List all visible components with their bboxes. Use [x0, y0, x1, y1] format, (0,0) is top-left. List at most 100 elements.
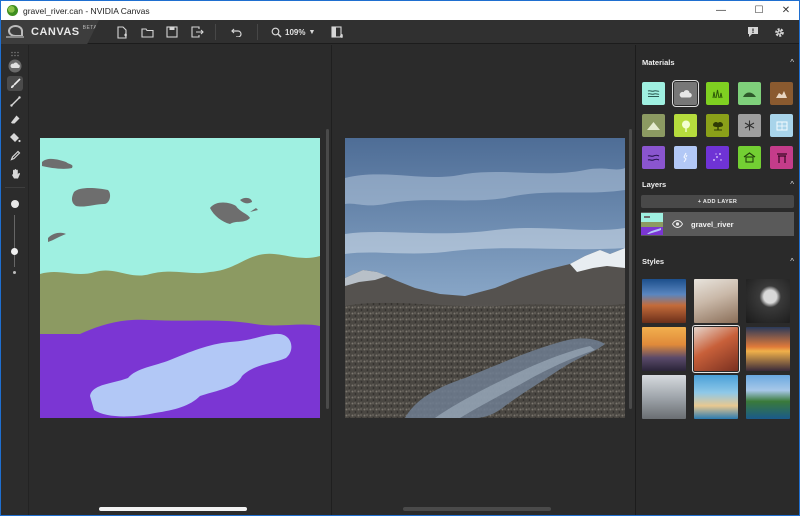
material-tool[interactable]: [7, 58, 23, 73]
river-icon: [682, 152, 687, 163]
zoom-control[interactable]: 109% ▼: [271, 24, 315, 40]
cloud-icon: [8, 59, 22, 72]
export-button[interactable]: [189, 24, 205, 40]
toolbar: CANVAS BETA 109% ▼: [1, 20, 799, 44]
material-ice[interactable]: [770, 114, 793, 137]
undo-button[interactable]: [229, 24, 245, 40]
material-gravel[interactable]: [706, 146, 729, 169]
output-horizontal-scrollbar[interactable]: [403, 507, 551, 511]
save-icon: [166, 26, 178, 38]
material-hill[interactable]: [738, 82, 761, 105]
style-thumbnail[interactable]: [694, 279, 738, 323]
brand: CANVAS BETA: [1, 20, 99, 44]
minimize-button[interactable]: —: [708, 1, 734, 20]
output-vertical-scrollbar[interactable]: [629, 129, 632, 409]
chevron-up-icon: ^: [790, 256, 794, 266]
material-building[interactable]: [738, 146, 761, 169]
style-thumbnail[interactable]: [694, 375, 738, 419]
gravel-icon: [712, 153, 722, 161]
toolbar-separator: [215, 24, 216, 40]
styles-header[interactable]: Styles ^: [636, 254, 799, 268]
chevron-down-icon: ▼: [308, 28, 316, 36]
zoom-icon: [271, 27, 282, 37]
side-panel: Materials ^ Layers ^ + ADD LAYER gravel_…: [635, 45, 799, 515]
brush-size-slider-track[interactable]: [14, 215, 15, 267]
material-sky[interactable]: [642, 82, 665, 105]
window-title: gravel_river.can - NVIDIA Canvas: [23, 5, 150, 16]
pan-tool[interactable]: [7, 166, 23, 181]
tree-icon: [681, 120, 690, 132]
settings-button[interactable]: [771, 24, 787, 40]
material-mountain[interactable]: [642, 114, 665, 137]
material-cloud[interactable]: [672, 80, 699, 107]
material-grass[interactable]: [706, 82, 729, 105]
style-thumbnail[interactable]: [642, 375, 686, 419]
hand-icon: [11, 168, 20, 178]
style-thumbnail[interactable]: [746, 327, 790, 371]
tool-separator: [5, 187, 25, 188]
brush-size-slider-handle[interactable]: [11, 248, 18, 255]
material-rock[interactable]: [770, 82, 793, 105]
style-thumbnail[interactable]: [642, 327, 686, 371]
new-file-icon: [117, 25, 127, 39]
paint-horizontal-scrollbar[interactable]: [99, 507, 247, 511]
eye-icon[interactable]: [672, 220, 683, 228]
chevron-up-icon: ^: [790, 179, 794, 189]
grass-icon: [712, 89, 722, 98]
eraser-icon: [10, 115, 19, 124]
mountain-icon: [647, 122, 660, 130]
fill-tool[interactable]: [7, 130, 23, 145]
eyedropper-tool[interactable]: [7, 148, 23, 163]
add-layer-button[interactable]: + ADD LAYER: [641, 195, 794, 208]
hill-icon: [743, 92, 756, 97]
brush-tool[interactable]: [7, 76, 23, 91]
style-thumbnail[interactable]: [746, 279, 790, 323]
eraser-tool[interactable]: [7, 112, 23, 127]
paint-vertical-scrollbar[interactable]: [326, 129, 329, 409]
ice-icon: [776, 121, 787, 130]
style-thumbnail[interactable]: [642, 279, 686, 323]
shrine-icon: [776, 153, 787, 163]
app-window: gravel_river.can - NVIDIA Canvas — ☐ ✕ C…: [0, 0, 800, 516]
paint-canvas[interactable]: [40, 138, 320, 418]
new-file-button[interactable]: [114, 24, 130, 40]
materials-label: Materials: [642, 57, 675, 67]
material-shrine[interactable]: [770, 146, 793, 169]
layers-header[interactable]: Layers ^: [636, 177, 799, 191]
layer-thumbnail: [641, 213, 663, 235]
rock-icon: [776, 90, 787, 98]
materials-header[interactable]: Materials ^: [636, 55, 799, 69]
toolbar-separator: [257, 24, 258, 40]
canvas-area: [29, 45, 635, 515]
material-river[interactable]: [674, 146, 697, 169]
layer-item[interactable]: gravel_river: [641, 212, 794, 236]
layer-name: gravel_river: [691, 219, 734, 229]
style-thumbnail[interactable]: [746, 375, 790, 419]
line-tool[interactable]: [7, 94, 23, 109]
styles-label: Styles: [642, 256, 665, 266]
eyedropper-icon: [9, 150, 20, 161]
close-button[interactable]: ✕: [773, 1, 799, 20]
save-button[interactable]: [164, 24, 180, 40]
building-icon: [743, 152, 756, 163]
grip-icon: [11, 51, 19, 56]
material-water[interactable]: [642, 146, 665, 169]
open-file-button[interactable]: [139, 24, 155, 40]
tool-bar: [1, 45, 29, 515]
brush-size-dot-icon: [11, 199, 19, 208]
brush-icon: [10, 78, 21, 88]
brush-size-preview: [7, 196, 23, 211]
output-image: [345, 138, 625, 418]
material-bush[interactable]: [706, 114, 729, 137]
layers-label: Layers: [642, 179, 667, 189]
feedback-button[interactable]: [745, 24, 761, 40]
beta-badge: BETA: [82, 25, 98, 31]
toggle-view-button[interactable]: [329, 24, 345, 40]
undo-icon: [231, 28, 242, 37]
brand-name: CANVAS: [31, 26, 80, 38]
style-thumbnail[interactable]: [692, 325, 740, 373]
feedback-icon: [748, 27, 758, 37]
maximize-button[interactable]: ☐: [746, 1, 772, 20]
material-tree[interactable]: [674, 114, 697, 137]
material-snow[interactable]: [738, 114, 761, 137]
